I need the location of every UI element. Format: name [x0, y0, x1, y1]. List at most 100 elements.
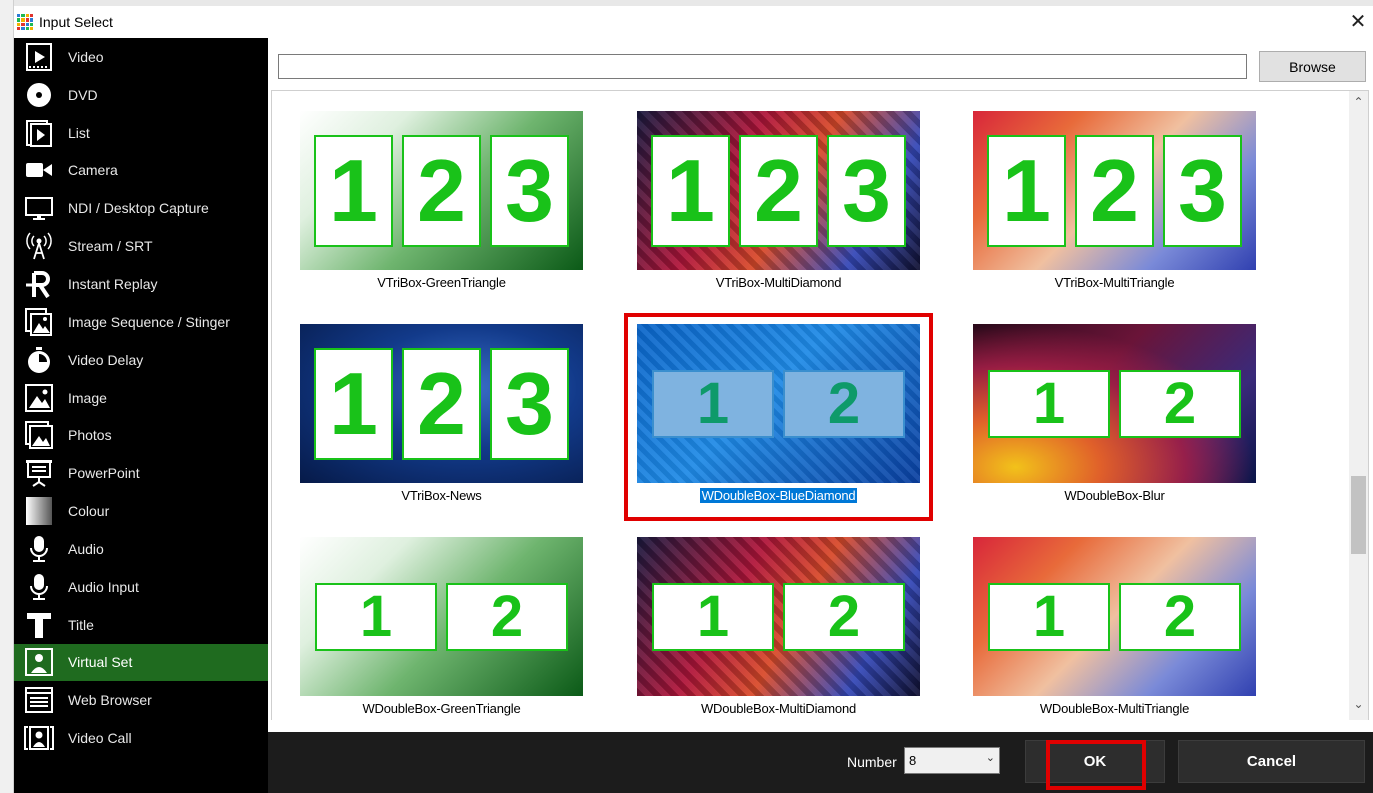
- sidebar-item-label: List: [68, 124, 90, 141]
- video-icon: [24, 42, 54, 72]
- virtual-set-tile[interactable]: 1 2 3 VTriBox-News: [300, 324, 583, 503]
- app-icon-cell: [21, 26, 25, 30]
- thumbnail-number-box: 1: [988, 369, 1110, 438]
- title-t-icon: [24, 610, 54, 640]
- app-icon-cell: [17, 26, 21, 30]
- virtual-set-tile[interactable]: 1 2 WDoubleBox-MultiTriangle: [973, 537, 1256, 716]
- app-icon-cell: [25, 22, 29, 26]
- sidebar-item-dvd[interactable]: DVD: [14, 76, 268, 114]
- tile-label-row: WDoubleBox-Blur: [973, 488, 1256, 503]
- sidebar-item-image[interactable]: Image: [14, 379, 268, 417]
- sidebar-item-label: Video Call: [68, 730, 132, 747]
- sidebar-item-photos[interactable]: Photos: [14, 416, 268, 454]
- input-type-sidebar: Video DVD List Camera NDI / Desktop Capture S…: [14, 38, 268, 793]
- thumbnail-number-box: 1: [314, 134, 393, 247]
- sidebar-item-video[interactable]: Video: [14, 38, 268, 76]
- sidebar-item-video-call[interactable]: Video Call: [14, 719, 268, 757]
- window-title: Input Select: [39, 14, 113, 30]
- path-input[interactable]: [278, 54, 1247, 79]
- microphone-icon: [24, 572, 54, 602]
- virtual-set-grid: ⌃ ⌄ 1 2 3 VTriBox-GreenTriangle 1 2 3 VTriBox-M…: [271, 90, 1369, 720]
- sidebar-item-audio[interactable]: Audio: [14, 530, 268, 568]
- sidebar-item-video-delay[interactable]: Video Delay: [14, 341, 268, 379]
- sidebar-item-label: DVD: [68, 86, 98, 103]
- monitor-icon: [24, 193, 54, 223]
- virtual-set-tile[interactable]: 1 2 3 VTriBox-MultiDiamond: [637, 111, 920, 290]
- browser-icon: [24, 685, 54, 715]
- sidebar-item-image-sequence-stinger[interactable]: Image Sequence / Stinger: [14, 303, 268, 341]
- number-select[interactable]: 8 ⌄: [904, 747, 1000, 774]
- thumbnail-number-box: 1: [651, 134, 730, 247]
- image-sequence-icon: [24, 307, 54, 337]
- selected-tile-highlight-box: [624, 313, 933, 521]
- tile-thumbnail: 123: [973, 111, 1256, 270]
- sidebar-item-powerpoint[interactable]: PowerPoint: [14, 454, 268, 492]
- tile-thumbnail: 123: [300, 324, 583, 483]
- sidebar-item-virtual-set[interactable]: Virtual Set: [14, 643, 268, 682]
- vmix-grid-icon: [17, 14, 33, 30]
- virtual-set-tile[interactable]: 1 2 WDoubleBox-MultiDiamond: [637, 537, 920, 716]
- antenna-icon: [24, 231, 54, 261]
- virtual-set-tile[interactable]: 1 2 3 VTriBox-GreenTriangle: [300, 111, 583, 290]
- scroll-thumb[interactable]: [1351, 476, 1366, 554]
- disc-icon: [24, 80, 54, 110]
- thumbnail-number-box: 3: [490, 134, 569, 247]
- app-icon-cell: [25, 14, 29, 18]
- app-icon-cell: [21, 22, 25, 26]
- virtual-set-tile[interactable]: 1 2 3 VTriBox-MultiTriangle: [973, 111, 1256, 290]
- sidebar-item-label: Image Sequence / Stinger: [68, 313, 230, 330]
- chevron-down-icon: ⌄: [985, 752, 995, 764]
- sidebar-item-camera[interactable]: Camera: [14, 152, 268, 190]
- vertical-scrollbar[interactable]: ⌃ ⌄: [1349, 91, 1368, 720]
- colour-gradient-icon: [24, 496, 54, 526]
- app-icon-cell: [29, 22, 33, 26]
- sidebar-item-instant-replay[interactable]: Instant Replay: [14, 265, 268, 303]
- sidebar-item-web-browser[interactable]: Web Browser: [14, 681, 268, 719]
- sidebar-item-label: Instant Replay: [68, 275, 158, 292]
- image-icon: [24, 383, 54, 413]
- sidebar-item-title[interactable]: Title: [14, 606, 268, 644]
- app-icon-cell: [17, 22, 21, 26]
- tile-label: WDoubleBox-MultiDiamond: [700, 701, 857, 716]
- scroll-down-arrow-icon[interactable]: ⌄: [1349, 697, 1368, 717]
- scroll-up-arrow-icon[interactable]: ⌃: [1349, 95, 1368, 115]
- thumbnail-number-box: 3: [490, 347, 569, 460]
- sidebar-item-label: Audio: [68, 540, 104, 557]
- sidebar-item-ndi-desktop-capture[interactable]: NDI / Desktop Capture: [14, 189, 268, 227]
- app-icon-cell: [17, 14, 21, 18]
- app-icon-cell: [21, 18, 25, 22]
- video-call-icon: [24, 723, 54, 753]
- title-bar: Input Select ✕: [14, 6, 1373, 38]
- thumbnail-number-box: 2: [1119, 369, 1241, 438]
- sidebar-item-label: Camera: [68, 162, 118, 179]
- app-icon-cell: [29, 18, 33, 22]
- cancel-button[interactable]: Cancel: [1178, 740, 1365, 783]
- tile-label-row: VTriBox-News: [300, 488, 583, 503]
- tile-label-row: WDoubleBox-MultiTriangle: [973, 701, 1256, 716]
- sidebar-item-label: Stream / SRT: [68, 238, 153, 255]
- tile-label: VTriBox-MultiTriangle: [1054, 275, 1175, 290]
- sidebar-item-label: Audio Input: [68, 578, 139, 595]
- sidebar-item-list[interactable]: List: [14, 114, 268, 152]
- main-panel: Browse ⌃ ⌄ 1 2 3 VTriBox-GreenTriangle 1 2 3 VT…: [268, 38, 1373, 732]
- number-value: 8: [909, 753, 917, 768]
- tile-label-row: WDoubleBox-GreenTriangle: [300, 701, 583, 716]
- close-icon[interactable]: ✕: [1347, 11, 1369, 33]
- sidebar-item-audio-input[interactable]: Audio Input: [14, 568, 268, 606]
- sidebar-item-label: Web Browser: [68, 692, 152, 709]
- sidebar-item-colour[interactable]: Colour: [14, 492, 268, 530]
- virtual-set-tile[interactable]: 1 2 WDoubleBox-GreenTriangle: [300, 537, 583, 716]
- sidebar-item-label: Virtual Set: [68, 654, 133, 671]
- tile-label-row: VTriBox-MultiDiamond: [637, 275, 920, 290]
- thumbnail-number-box: 2: [783, 582, 905, 651]
- thumbnail-number-box: 2: [446, 582, 568, 651]
- thumbnail-number-box: 1: [988, 582, 1110, 651]
- virtual-set-tile[interactable]: 1 2 WDoubleBox-Blur: [973, 324, 1256, 503]
- tile-label-row: WDoubleBox-MultiDiamond: [637, 701, 920, 716]
- sidebar-item-stream-srt[interactable]: Stream / SRT: [14, 227, 268, 265]
- tile-thumbnail: 12: [300, 537, 583, 696]
- tile-thumbnail: 12: [637, 537, 920, 696]
- browse-button[interactable]: Browse: [1259, 51, 1366, 82]
- app-icon-cell: [25, 26, 29, 30]
- tile-label-row: VTriBox-MultiTriangle: [973, 275, 1256, 290]
